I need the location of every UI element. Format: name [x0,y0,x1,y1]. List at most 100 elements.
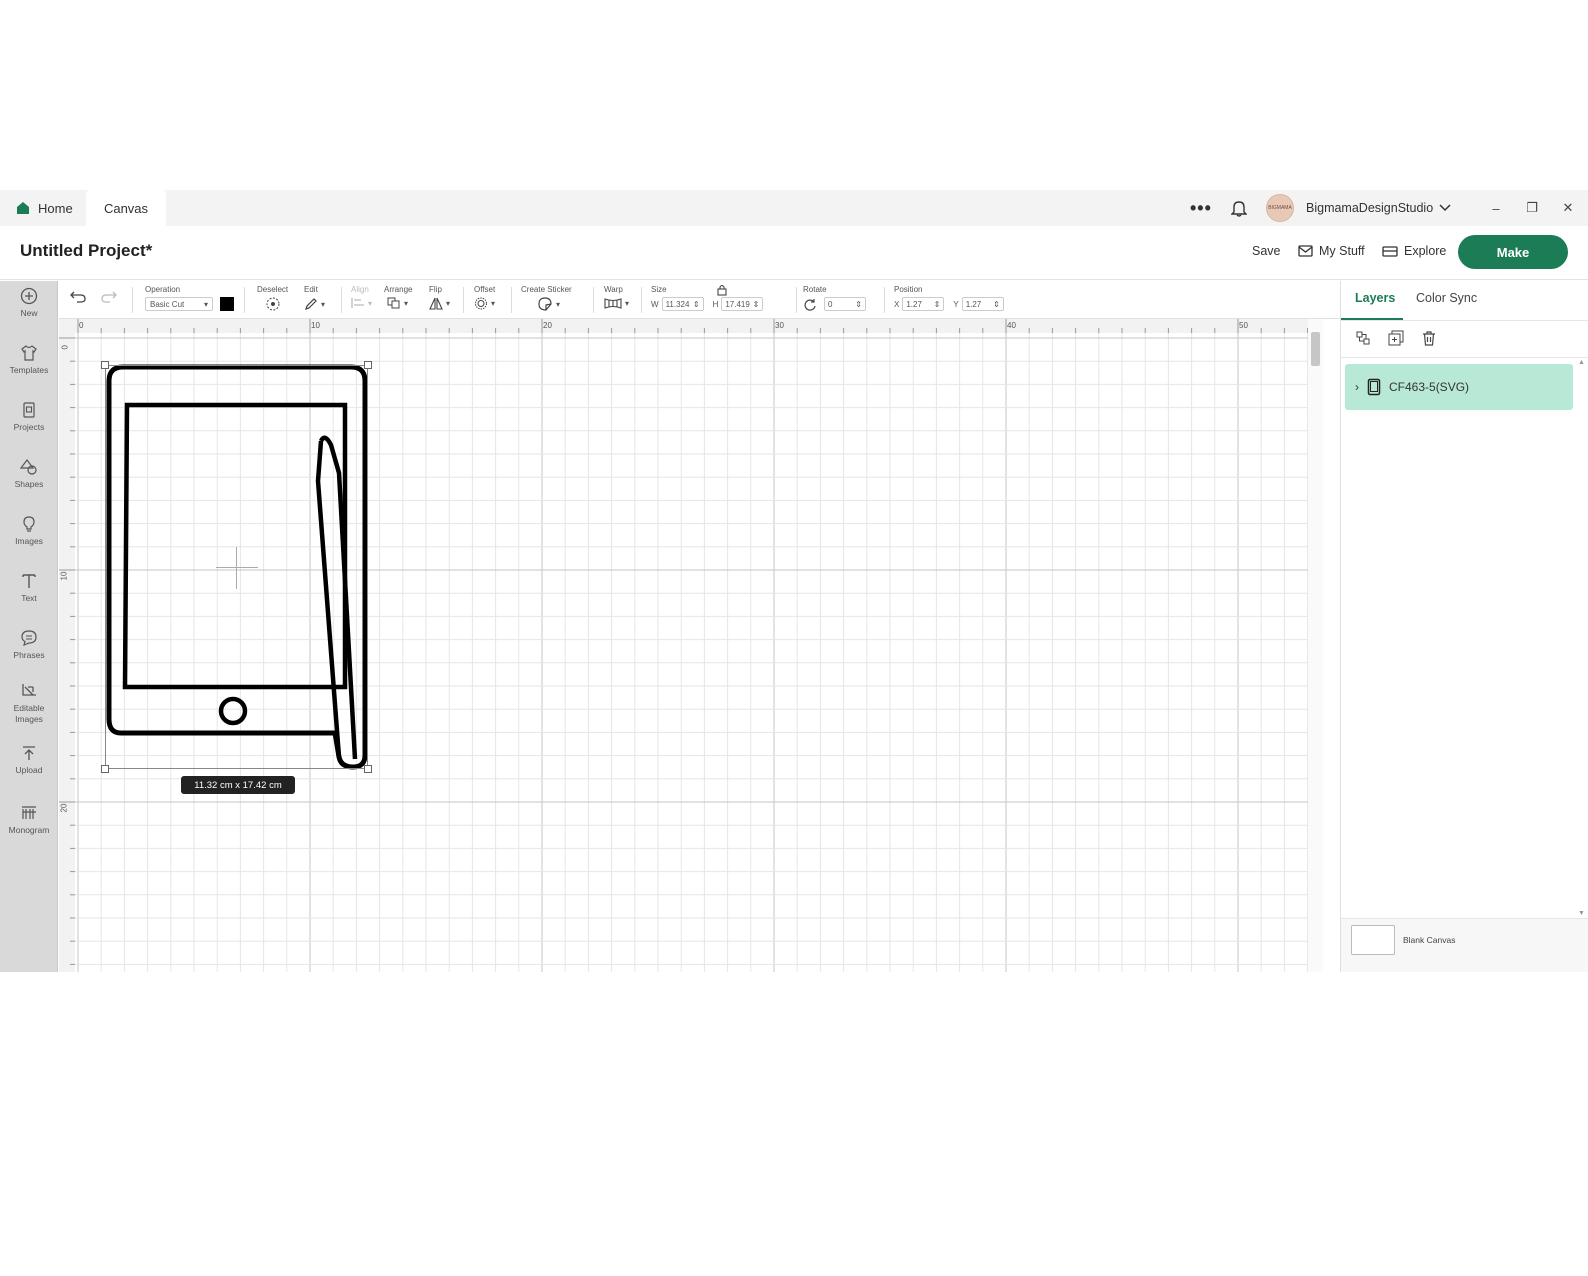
speech-bubble-icon [21,630,37,647]
lock-aspect-button[interactable] [717,283,727,313]
duplicate-button[interactable] [1388,330,1404,351]
design-canvas[interactable]: 0 10 20 30 40 50 0 10 20 11.32 cm x 17.4… [59,319,1323,972]
rotate-value: 0 [828,299,833,309]
tab-color-sync[interactable]: Color Sync [1416,291,1477,305]
close-window-button[interactable]: ✕ [1550,190,1586,226]
caret-down-icon: ▾ [404,298,409,308]
stepper-icon: ⇕ [992,299,1000,309]
explore-label: Explore [1404,244,1447,258]
stepper-icon: ⇕ [933,299,941,309]
divider [641,287,642,313]
operation-color-swatch[interactable] [220,297,234,311]
explore-button[interactable]: Explore [1382,244,1446,258]
scroll-up-icon[interactable]: ▲ [1578,359,1585,366]
tab-canvas-label: Canvas [103,200,149,216]
rail-item-text[interactable]: Text [0,572,58,604]
rail-item-editable-images[interactable]: Editable Images [0,682,58,725]
minimize-button[interactable]: – [1478,190,1514,226]
minimize-icon: – [1492,200,1500,216]
rail-item-templates[interactable]: Templates [0,344,58,376]
shapes-icon [20,459,37,475]
operation-select[interactable]: Basic Cut ▾ [145,297,213,311]
resize-handle[interactable] [364,361,372,369]
vertical-scrollbar[interactable] [1308,319,1323,972]
flip-icon [429,297,443,310]
height-value: 17.419 [725,299,750,309]
make-button[interactable]: Make [1458,235,1568,269]
warp-label: Warp [604,285,623,294]
blank-canvas-row[interactable]: Blank Canvas [1341,918,1588,972]
offset-icon [475,297,487,310]
resize-handle[interactable] [101,361,109,369]
create-sticker-group[interactable]: Create Sticker ▾ [521,285,572,315]
more-menu-button[interactable]: ••• [1190,190,1212,226]
layer-row[interactable]: › CF463-5(SVG) [1345,364,1573,410]
arrange-label: Arrange [384,285,413,294]
project-title[interactable]: Untitled Project* [20,241,152,261]
operation-label: Operation [145,285,181,294]
blank-canvas-swatch[interactable] [1351,925,1395,955]
rail-item-upload[interactable]: Upload [0,744,58,776]
my-stuff-button[interactable]: My Stuff [1298,244,1365,258]
x-input[interactable]: 1.27 ⇕ [902,297,945,311]
rail-label: Editable Images [13,703,45,724]
center-crosshair [216,567,258,568]
align-group[interactable]: Align ▾ [351,285,372,315]
scroll-down-icon[interactable]: ▼ [1578,910,1585,917]
scroll-thumb[interactable] [1311,332,1320,366]
rail-item-images[interactable]: Images [0,515,58,547]
caret-down-icon: ▾ [368,298,373,308]
operation-value: Basic Cut [150,299,185,309]
tab-canvas[interactable]: Canvas [86,190,166,226]
y-input[interactable]: 1.27 ⇕ [961,297,1004,311]
user-avatar[interactable]: BIGMAMA [1266,190,1294,226]
mail-icon [1298,245,1313,257]
restore-button[interactable]: ❐ [1514,190,1550,226]
rotate-input[interactable]: 0 ⇕ [824,297,866,311]
user-menu[interactable]: BigmamaDesignStudio [1306,190,1451,226]
deselect-label: Deselect [257,285,289,294]
group-button[interactable] [1355,330,1371,351]
tab-layers[interactable]: Layers [1355,291,1395,305]
ruler-top [59,319,1308,333]
chevron-right-icon[interactable]: › [1355,380,1359,394]
flip-group[interactable]: Flip ▾ [429,285,450,315]
warp-group[interactable]: Warp ▾ [604,285,629,315]
arrange-group[interactable]: Arrange ▾ [384,285,412,315]
blank-canvas-label: Blank Canvas [1403,935,1456,945]
height-input[interactable]: 17.419 ⇕ [721,297,764,311]
notifications-button[interactable] [1231,190,1247,226]
ruler-top-label: 10 [311,321,320,330]
offset-group[interactable]: Offset ▾ [474,285,495,315]
layer-name: CF463-5(SVG) [1389,380,1470,394]
rail-item-monogram[interactable]: Monogram [0,804,58,836]
rail-item-projects[interactable]: Projects [0,401,58,433]
delete-button[interactable] [1421,330,1437,351]
ruler-left [59,319,75,972]
save-button[interactable]: Save [1252,244,1281,258]
rail-item-shapes[interactable]: Shapes [0,458,58,490]
rail-item-new[interactable]: New [0,287,58,319]
tab-home[interactable]: Home [0,190,86,226]
deselect-group[interactable]: Deselect [257,285,288,315]
position-label: Position [894,285,923,294]
width-value: 11.324 [665,299,690,309]
undo-button[interactable] [69,290,87,320]
panel-scrollbar[interactable]: ▲ ▼ [1577,357,1587,917]
align-label: Align [351,285,369,294]
restore-icon: ❐ [1526,200,1538,215]
offset-label: Offset [474,285,496,294]
divider [463,287,464,313]
edit-group[interactable]: Edit ▾ [304,285,325,315]
resize-handle[interactable] [101,765,109,773]
redo-button[interactable] [100,290,118,320]
rail-label: Text [21,593,37,603]
bell-icon [1231,201,1247,217]
width-input[interactable]: 11.324 ⇕ [661,297,704,311]
redo-icon [101,291,117,303]
position-group: Position X 1.27 ⇕ Y 1.27 ⇕ [894,285,1004,315]
tab-home-label: Home [38,200,73,216]
resize-handle[interactable] [364,765,372,773]
rail-item-phrases[interactable]: Phrases [0,629,58,661]
rail-label: Projects [13,422,45,432]
